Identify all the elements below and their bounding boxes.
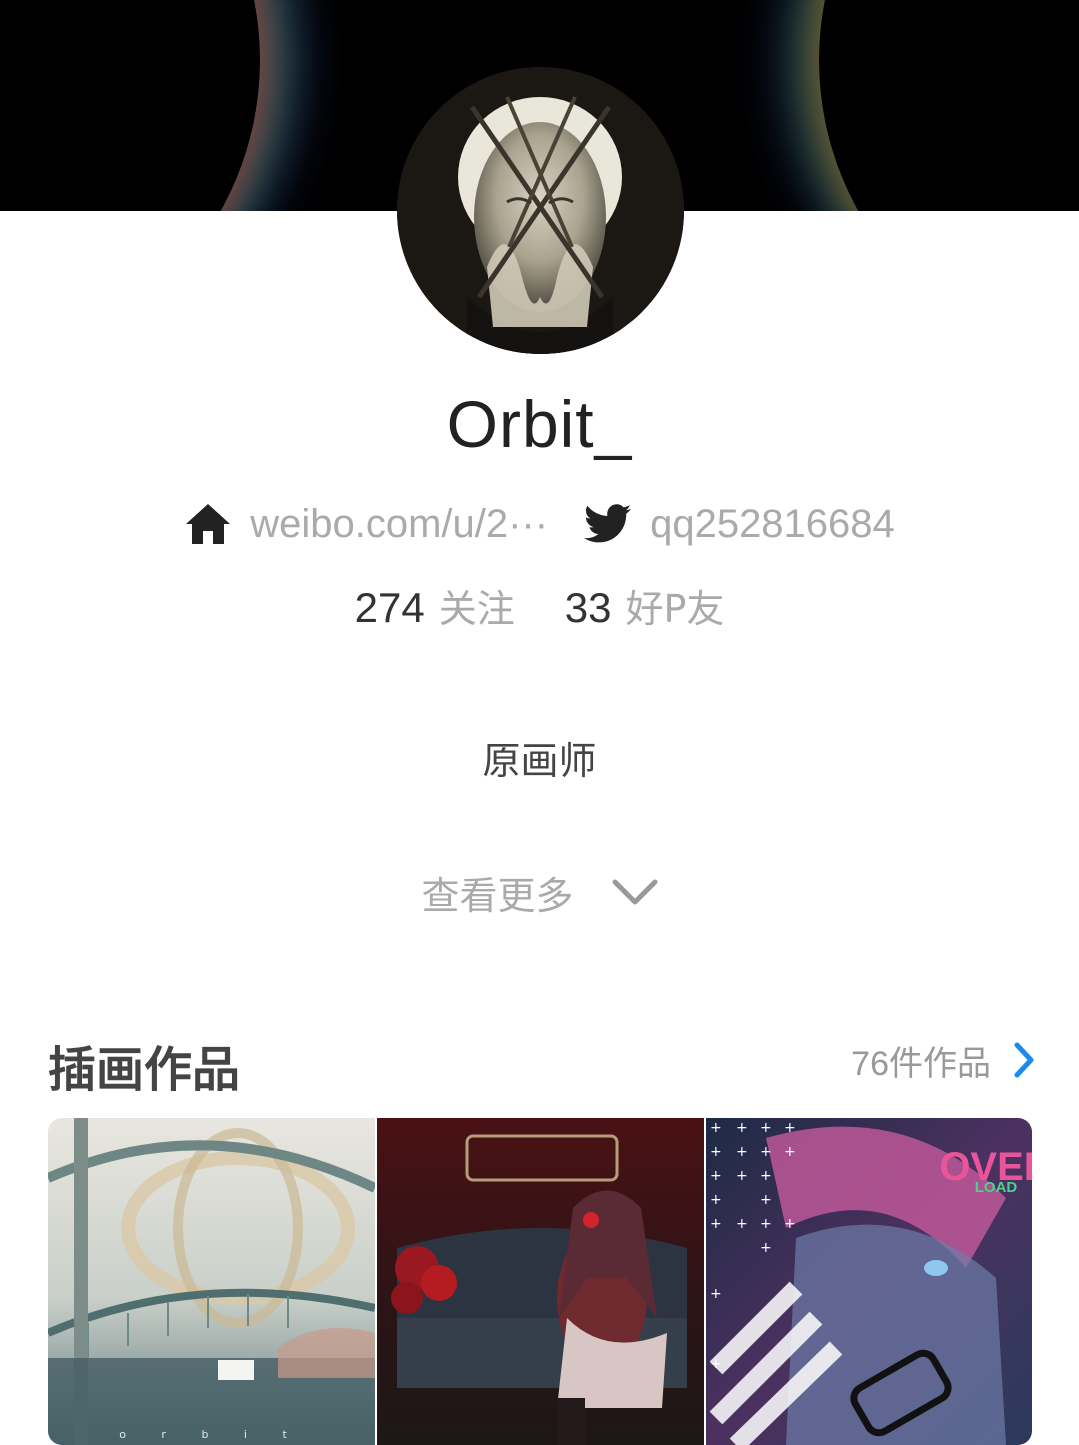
illustration-thumbnail-1[interactable]: o r b i t bbox=[48, 1118, 375, 1445]
following-count: 274 bbox=[354, 583, 425, 631]
svg-text:+: + bbox=[710, 1120, 722, 1136]
twitter-link[interactable]: qq252816684 bbox=[584, 502, 895, 547]
following-stat[interactable]: 274 关注 bbox=[355, 578, 515, 633]
profile-name: Orbit_ bbox=[446, 387, 633, 461]
chevron-down-icon bbox=[612, 879, 657, 905]
svg-text:+: + bbox=[710, 1356, 722, 1372]
svg-text:+: + bbox=[760, 1120, 772, 1136]
illustration-thumbnail-3[interactable]: ++++ ++++ +++ ++ ++++ + ++ OVER LOAD bbox=[706, 1118, 1032, 1445]
profile-stats: 274 关注 33 好P友 bbox=[0, 578, 1079, 632]
svg-text:+: + bbox=[736, 1144, 748, 1160]
profile-links: weibo.com/u/2··· qq252816684 bbox=[0, 496, 1079, 552]
svg-text:+: + bbox=[710, 1168, 722, 1184]
illustration-thumbnail-2[interactable] bbox=[377, 1118, 704, 1445]
svg-text:+: + bbox=[760, 1240, 772, 1256]
homepage-link-text: weibo.com/u/2··· bbox=[250, 501, 549, 546]
orbit-artwork-image: o r b i t bbox=[48, 1118, 375, 1445]
profile-bio: 原画师 bbox=[482, 739, 597, 783]
following-label: 关注 bbox=[438, 586, 515, 631]
svg-text:+: + bbox=[710, 1192, 722, 1208]
friends-stat[interactable]: 33 好P友 bbox=[565, 578, 725, 633]
gothic-lolita-artwork-image bbox=[377, 1118, 704, 1445]
svg-text:+: + bbox=[760, 1144, 772, 1160]
twitter-link-text: qq252816684 bbox=[650, 501, 895, 546]
svg-text:+: + bbox=[760, 1216, 772, 1232]
illustrations-gallery: o r b i t + + + + + + + + + + + + + + + … bbox=[48, 1118, 1032, 1445]
avatar[interactable] bbox=[397, 67, 684, 354]
view-more-button[interactable]: 查看更多 bbox=[0, 864, 1079, 920]
view-more-label: 查看更多 bbox=[421, 873, 574, 918]
svg-text:+: + bbox=[736, 1120, 748, 1136]
svg-text:+: + bbox=[760, 1168, 772, 1184]
svg-text:+: + bbox=[784, 1120, 796, 1136]
cover-rainbow-left bbox=[0, 0, 260, 211]
overload-artwork-image: ++++ ++++ +++ ++ ++++ + ++ OVER LOAD bbox=[706, 1118, 1032, 1445]
cover-rainbow-right bbox=[819, 0, 1079, 211]
illustrations-count: 76件作品 bbox=[851, 1044, 991, 1083]
friends-label: 好P友 bbox=[625, 586, 725, 631]
twitter-icon bbox=[584, 504, 632, 544]
see-all-illustrations-link[interactable]: 76件作品 bbox=[851, 1038, 1035, 1083]
illustrations-section-title: 插画作品 bbox=[48, 1042, 241, 1098]
orbit-artwork-caption: o r b i t bbox=[119, 1428, 303, 1441]
chevron-right-icon bbox=[1014, 1042, 1034, 1078]
svg-text:+: + bbox=[784, 1216, 796, 1232]
overload-logo-bottom: LOAD bbox=[975, 1179, 1018, 1196]
profile-page: Orbit_ weibo.com/u/2··· qq252816684 274 … bbox=[0, 0, 1079, 1445]
svg-text:+: + bbox=[710, 1216, 722, 1232]
home-icon bbox=[184, 502, 232, 546]
svg-text:+: + bbox=[710, 1286, 722, 1302]
homepage-link[interactable]: weibo.com/u/2··· bbox=[184, 502, 548, 547]
avatar-image bbox=[397, 67, 684, 354]
svg-text:+: + bbox=[736, 1168, 748, 1184]
svg-text:+: + bbox=[760, 1192, 772, 1208]
svg-text:+: + bbox=[784, 1144, 796, 1160]
friends-count: 33 bbox=[564, 583, 612, 631]
svg-text:+: + bbox=[710, 1144, 722, 1160]
svg-text:+: + bbox=[736, 1216, 748, 1232]
